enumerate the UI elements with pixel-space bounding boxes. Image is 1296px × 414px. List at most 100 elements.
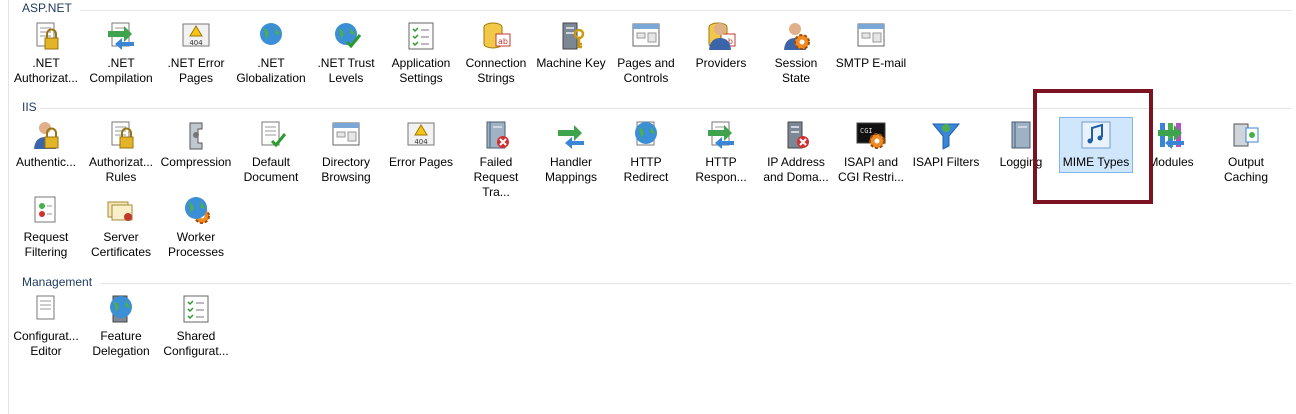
feature-label: .NET Trust Levels — [317, 56, 375, 85]
directory-browse-icon — [330, 119, 362, 151]
feature-label: Machine Key — [536, 56, 606, 70]
database-ab-icon: ab — [480, 20, 512, 52]
clamp-icon — [180, 119, 212, 151]
group-header-iis: IIS — [22, 100, 37, 114]
feature-providers[interactable]: ab Providers — [684, 20, 758, 102]
checklist-icon — [405, 20, 437, 52]
feature-label: .NET Globalization — [236, 56, 306, 85]
feature-delegation-icon — [105, 293, 137, 325]
globe-icon — [255, 20, 287, 52]
feature-handler-mappings[interactable]: Handler Mappings — [534, 119, 608, 201]
feature-session-state[interactable]: Session State — [759, 20, 833, 102]
feature-label: Compression — [160, 155, 232, 169]
feature-label: Connection Strings — [465, 56, 527, 85]
feature-net-authorizat[interactable]: .NET Authorizat... — [9, 20, 83, 102]
feature-smtp-e-mail[interactable]: SMTP E-mail — [834, 20, 908, 102]
lock-doc-icon — [105, 119, 137, 151]
feature-label: Providers — [695, 56, 747, 70]
error-404-icon: 404 — [405, 119, 437, 151]
feature-configurat-editor[interactable]: Configurat... Editor — [9, 293, 83, 375]
feature-label: Modules — [1148, 155, 1194, 169]
feature-authentic[interactable]: Authentic... — [9, 119, 83, 201]
feature-label: Failed Request Tra... — [473, 155, 519, 199]
feature-error-pages[interactable]: 404 Error Pages — [384, 119, 458, 201]
feature-compression[interactable]: Compression — [159, 119, 233, 201]
feature-label: Shared Configurat... — [163, 329, 229, 358]
user-lock-icon — [30, 119, 62, 151]
feature-worker-processes[interactable]: Worker Processes — [159, 194, 233, 276]
feature-label: Directory Browsing — [321, 155, 371, 184]
feature-net-compilation[interactable]: .NET Compilation — [84, 20, 158, 102]
feature-request-filtering[interactable]: Request Filtering — [9, 194, 83, 276]
feature-label: Request Filtering — [23, 230, 69, 259]
feature-logging[interactable]: Logging — [984, 119, 1058, 201]
feature-http-redirect[interactable]: HTTP Redirect — [609, 119, 683, 201]
svg-text:404: 404 — [414, 138, 428, 146]
default-doc-icon — [255, 119, 287, 151]
feature-label: IP Address and Doma... — [763, 155, 829, 184]
feature-pages-and-controls[interactable]: Pages and Controls — [609, 20, 683, 102]
feature-http-respon[interactable]: HTTP Respon... — [684, 119, 758, 201]
group-header-aspnet: ASP.NET — [22, 1, 72, 15]
feature-modules[interactable]: Modules — [1134, 119, 1208, 201]
feature-label: Authentic... — [15, 155, 77, 169]
feature-ip-address-and-doma[interactable]: IP Address and Doma... — [759, 119, 833, 201]
http-response-icon — [705, 119, 737, 151]
feature-label: Configurat... Editor — [13, 329, 79, 358]
svg-text:ab: ab — [498, 37, 508, 46]
feature-shared-configurat[interactable]: Shared Configurat... — [159, 293, 233, 375]
svg-text:404: 404 — [189, 39, 203, 47]
feature-label: SMTP E-mail — [835, 56, 907, 70]
feature-label: Authorizat... Rules — [88, 155, 154, 184]
feature-net-error-pages[interactable]: 404 .NET Error Pages — [159, 20, 233, 102]
feature-label: Error Pages — [388, 155, 454, 169]
failed-request-icon — [480, 119, 512, 151]
feature-label: Feature Delegation — [92, 329, 150, 358]
mime-music-icon — [1080, 119, 1112, 151]
shared-config-icon — [180, 293, 212, 325]
feature-machine-key[interactable]: Machine Key — [534, 20, 608, 102]
feature-label: Server Certificates — [90, 230, 152, 259]
request-filter-icon — [30, 194, 62, 226]
compile-arrow-icon — [105, 20, 137, 52]
feature-label: HTTP Redirect — [623, 155, 669, 184]
feature-directory-browsing[interactable]: Directory Browsing — [309, 119, 383, 201]
group-divider-iis — [40, 108, 1292, 109]
feature-label: Default Document — [243, 155, 299, 184]
group-header-management: Management — [22, 275, 93, 289]
pages-controls-icon — [630, 20, 662, 52]
feature-label: .NET Error Pages — [167, 56, 225, 85]
feature-failed-request-tra[interactable]: Failed Request Tra... — [459, 119, 533, 201]
feature-label: Worker Processes — [167, 230, 225, 259]
cgi-console-icon: CGI — [855, 119, 887, 151]
feature-feature-delegation[interactable]: Feature Delegation — [84, 293, 158, 375]
feature-connection-strings[interactable]: ab Connection Strings — [459, 20, 533, 102]
error-404-icon: 404 — [180, 20, 212, 52]
group-divider-aspnet — [80, 10, 1292, 11]
certificate-icon — [105, 194, 137, 226]
svg-text:CGI: CGI — [860, 127, 873, 135]
feature-label: Session State — [774, 56, 818, 85]
handler-arrows-icon — [555, 119, 587, 151]
feature-output-caching[interactable]: Output Caching — [1209, 119, 1283, 201]
http-redirect-icon — [630, 119, 662, 151]
globe-check-icon — [330, 20, 362, 52]
feature-label: Pages and Controls — [617, 56, 675, 85]
feature-label: HTTP Respon... — [695, 155, 747, 184]
feature-isapi-and-cgi-restri[interactable]: CGI ISAPI and CGI Restri... — [834, 119, 908, 201]
feature-net-globalization[interactable]: .NET Globalization — [234, 20, 308, 102]
feature-application-settings[interactable]: Application Settings — [384, 20, 458, 102]
feature-authorizat-rules[interactable]: Authorizat... Rules — [84, 119, 158, 201]
feature-default-document[interactable]: Default Document — [234, 119, 308, 201]
feature-server-certificates[interactable]: Server Certificates — [84, 194, 158, 276]
worker-gear-icon — [180, 194, 212, 226]
modules-icon — [1155, 119, 1187, 151]
feature-net-trust-levels[interactable]: .NET Trust Levels — [309, 20, 383, 102]
feature-isapi-filters[interactable]: ISAPI Filters — [909, 119, 983, 201]
feature-label: .NET Compilation — [89, 56, 153, 85]
feature-mime-types[interactable]: MIME Types — [1059, 117, 1133, 201]
server-key-icon — [555, 20, 587, 52]
session-user-icon — [780, 20, 812, 52]
feature-label: MIME Types — [1062, 155, 1130, 169]
smtp-mail-icon — [855, 20, 887, 52]
